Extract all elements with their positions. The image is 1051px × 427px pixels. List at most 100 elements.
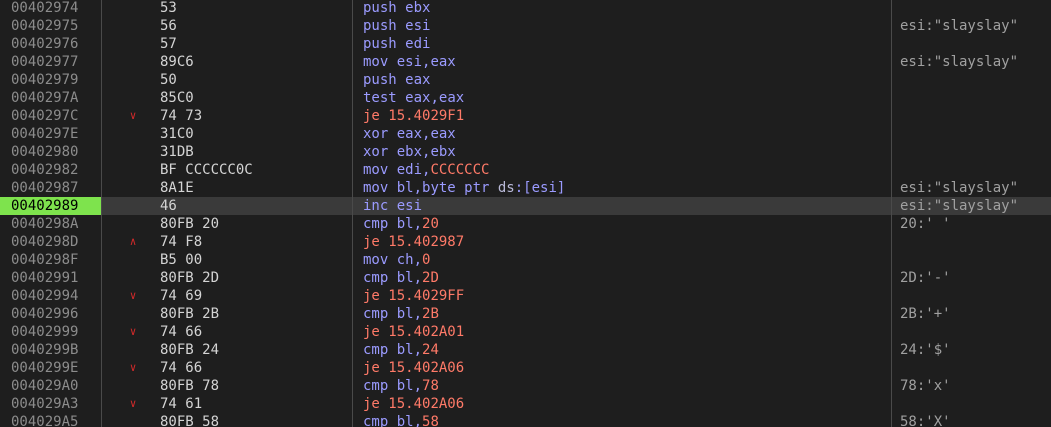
mnemonic: push	[363, 18, 406, 34]
operand: 15.4029FF	[388, 288, 465, 304]
disasm-row[interactable]: 0040299E ∨ 74 66 je 15.402A06	[0, 359, 1051, 377]
disasm-row[interactable]: 0040298F B5 00 mov ch,0	[0, 251, 1051, 269]
disasm-row[interactable]: 00402979 50 push eax	[0, 71, 1051, 89]
address-cell[interactable]: 00402987	[0, 179, 101, 197]
comment-cell: 2D:'-'	[900, 270, 951, 286]
disasm-row[interactable]: 004029A3 ∨ 74 61 je 15.402A06	[0, 395, 1051, 413]
mnemonic: cmp	[363, 342, 397, 358]
operand: ebx	[430, 144, 456, 160]
bytes-cell: 74 61	[160, 396, 203, 412]
disasm-row[interactable]: 0040297E 31C0 xor eax,eax	[0, 125, 1051, 143]
mnemonic: xor	[363, 126, 397, 142]
bytes-cell: 31DB	[160, 144, 194, 160]
instruction-cell: mov esi,eax	[363, 53, 456, 71]
operand: ,	[413, 216, 423, 232]
operand: 15.402A01	[388, 324, 465, 340]
comment-cell: esi:"slayslay"	[900, 18, 1019, 34]
disasm-row[interactable]: 004029A5 80FB 58 cmp bl,58 58:'X'	[0, 413, 1051, 427]
disasm-row[interactable]: 0040298A 80FB 20 cmp bl,20 20:' '	[0, 215, 1051, 233]
comment-cell: esi:"slayslay"	[900, 54, 1019, 70]
mnemonic: test	[363, 90, 406, 106]
disasm-row[interactable]: 004029A0 80FB 78 cmp bl,78 78:'x'	[0, 377, 1051, 395]
disasm-row[interactable]: 00402991 80FB 2D cmp bl,2D 2D:'-'	[0, 269, 1051, 287]
address-cell[interactable]: 0040297A	[0, 89, 101, 107]
mnemonic: je	[363, 396, 389, 412]
operand: ,	[413, 306, 423, 322]
operand: eax	[438, 90, 465, 106]
disasm-row[interactable]: 0040298D ∧ 74 F8 je 15.402987	[0, 233, 1051, 251]
instruction-cell: cmp bl,78	[363, 377, 439, 395]
address-cell[interactable]: 0040298F	[0, 251, 101, 269]
address-cell[interactable]: 00402974	[0, 0, 101, 17]
address-cell[interactable]: 004029A3	[0, 395, 101, 413]
mnemonic: cmp	[363, 414, 397, 427]
address-cell[interactable]: 004029A0	[0, 377, 101, 395]
address-cell[interactable]: 0040299B	[0, 341, 101, 359]
operand: esi	[396, 54, 423, 70]
instruction-cell: mov edi,CCCCCCC	[363, 161, 489, 179]
branch-down-arrow-icon: ∨	[129, 325, 137, 338]
disasm-row[interactable]: 0040299B 80FB 24 cmp bl,24 24:'$'	[0, 341, 1051, 359]
disasm-row[interactable]: 0040297C ∨ 74 73 je 15.4029F1	[0, 107, 1051, 125]
disasm-row[interactable]: 00402982 BF CCCCCC0C mov edi,CCCCCCC	[0, 161, 1051, 179]
operand: 15.402A06	[388, 360, 465, 376]
disasm-row[interactable]: 00402999 ∨ 74 66 je 15.402A01	[0, 323, 1051, 341]
bytes-cell: 56	[160, 18, 177, 34]
disasm-row[interactable]: 00402977 89C6 mov esi,eax esi:"slayslay"	[0, 53, 1051, 71]
operand: :[	[514, 180, 532, 196]
address-cell[interactable]: 00402976	[0, 35, 101, 53]
bytes-cell: 31C0	[160, 126, 194, 142]
address-cell[interactable]: 004029A5	[0, 413, 101, 427]
column-separator	[352, 0, 353, 427]
instruction-cell: je 15.402987	[363, 233, 464, 251]
operand: ,	[413, 414, 423, 427]
operand: bl	[396, 216, 414, 232]
disasm-row[interactable]: 00402987 8A1E mov bl,byte ptr ds:[esi] esi:…	[0, 179, 1051, 197]
address-cell[interactable]: 00402977	[0, 53, 101, 71]
disasm-row[interactable]: 00402994 ∨ 74 69 je 15.4029FF	[0, 287, 1051, 305]
address-cell[interactable]: 00402994	[0, 287, 101, 305]
address-cell[interactable]: 0040298D	[0, 233, 101, 251]
address-cell[interactable]: 0040299E	[0, 359, 101, 377]
address-cell[interactable]: 00402975	[0, 17, 101, 35]
address-cell[interactable]: 0040298A	[0, 215, 101, 233]
disasm-row[interactable]: 0040297A 85C0 test eax,eax	[0, 89, 1051, 107]
bytes-cell: 89C6	[160, 54, 194, 70]
operand: 0	[422, 252, 431, 268]
disasm-row[interactable]: 00402975 56 push esi esi:"slayslay"	[0, 17, 1051, 35]
instruction-cell: cmp bl,2B	[363, 305, 439, 323]
address-cell[interactable]: 0040297C	[0, 107, 101, 125]
comment-cell: esi:"slayslay"	[900, 180, 1019, 196]
disasm-row[interactable]: 00402980 31DB xor ebx,ebx	[0, 143, 1051, 161]
operand: 58	[422, 414, 439, 427]
operand: esi	[405, 18, 431, 34]
disassembly-view[interactable]: 00402974 53 push ebx 00402975 56 push esi esi:…	[0, 0, 1051, 427]
bytes-cell: BF CCCCCC0C	[160, 162, 253, 178]
mnemonic: push	[363, 72, 406, 88]
mnemonic: cmp	[363, 216, 397, 232]
address-cell[interactable]: 00402979	[0, 71, 101, 89]
disasm-row[interactable]: 00402996 80FB 2B cmp bl,2B 2B:'+'	[0, 305, 1051, 323]
branch-up-arrow-icon: ∧	[129, 235, 137, 248]
instruction-cell: cmp bl,24	[363, 341, 439, 359]
address-cell[interactable]: 00402989	[0, 197, 101, 215]
instruction-cell: mov ch,0	[363, 251, 430, 269]
address-cell[interactable]: 0040297E	[0, 125, 101, 143]
operand: eax	[430, 126, 456, 142]
address-cell[interactable]: 00402991	[0, 269, 101, 287]
bytes-cell: 80FB 20	[160, 216, 220, 232]
instruction-cell: je 15.4029FF	[363, 287, 464, 305]
address-cell[interactable]: 00402980	[0, 143, 101, 161]
disasm-row[interactable]: 00402989 46 inc esi esi:"slayslay"	[0, 197, 1051, 215]
disasm-row[interactable]: 00402974 53 push ebx	[0, 0, 1051, 17]
disasm-row[interactable]: 00402976 57 push edi	[0, 35, 1051, 53]
address-cell[interactable]: 00402999	[0, 323, 101, 341]
instruction-cell: je 15.402A06	[363, 395, 464, 413]
mnemonic: cmp	[363, 378, 397, 394]
mnemonic: mov	[363, 162, 397, 178]
address-cell[interactable]: 00402996	[0, 305, 101, 323]
operand: bl	[396, 414, 414, 427]
instruction-cell: push ebx	[363, 0, 430, 17]
address-cell[interactable]: 00402982	[0, 161, 101, 179]
mnemonic: push	[363, 36, 406, 52]
